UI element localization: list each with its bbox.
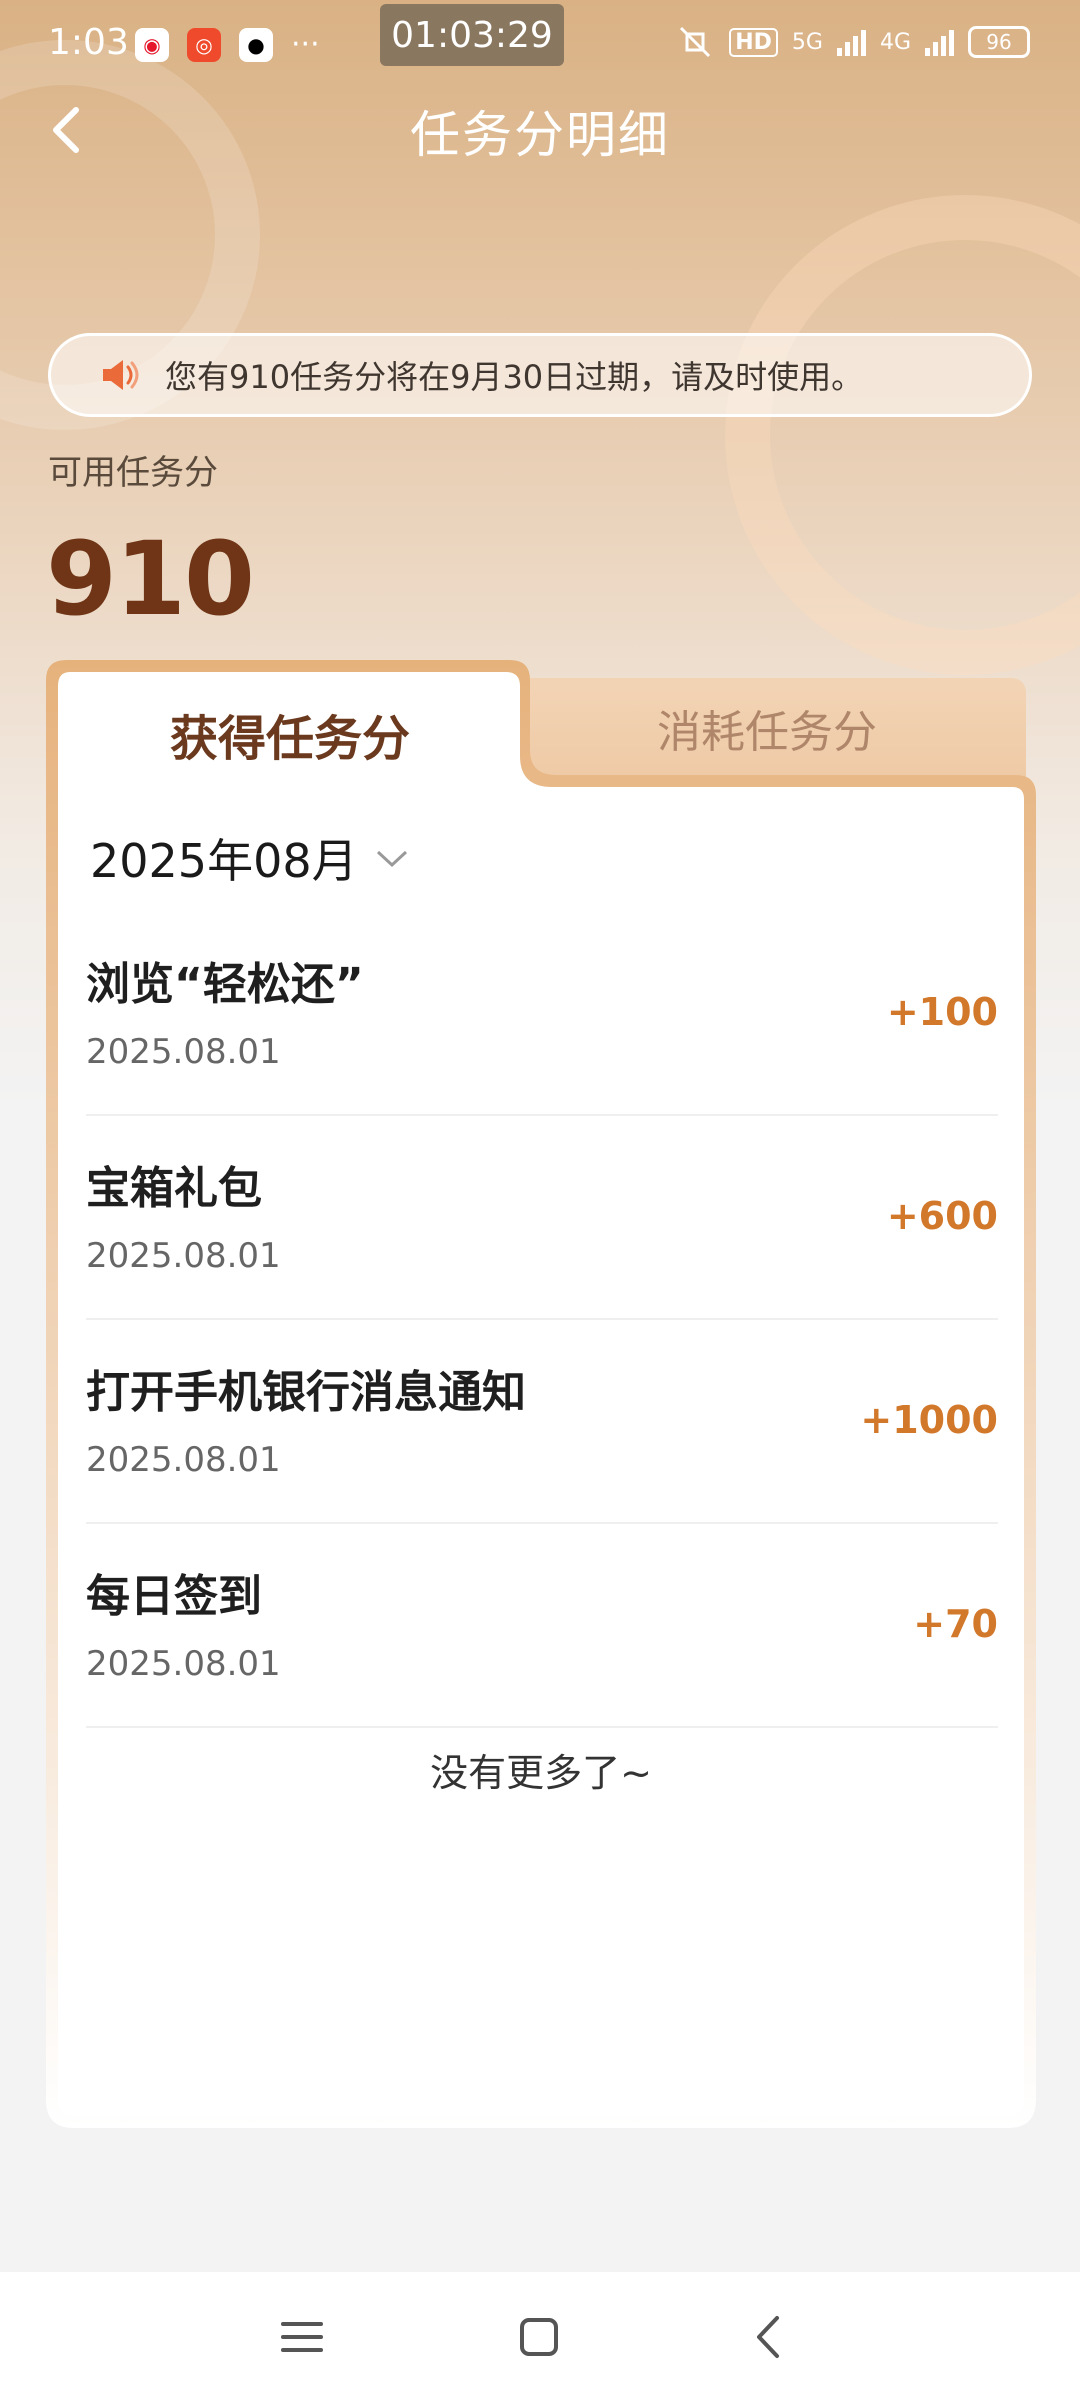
record-name: 打开手机银行消息通知 bbox=[86, 1367, 526, 1418]
battery-icon: 96 bbox=[968, 26, 1030, 58]
available-points-value: 910 bbox=[46, 520, 255, 639]
record-points: +1000 bbox=[860, 1398, 998, 1442]
signal-4g-label: 4G bbox=[879, 29, 911, 55]
signal-bars-icon bbox=[836, 28, 866, 56]
list-end-text: 没有更多了~ bbox=[430, 1751, 652, 1795]
recording-clock: 01:03:29 bbox=[380, 4, 564, 66]
expiry-notice: 您有910任务分将在9月30日过期，请及时使用。 bbox=[48, 333, 1032, 417]
record-date: 2025.08.01 bbox=[86, 1440, 281, 1480]
record-date: 2025.08.01 bbox=[86, 1032, 281, 1072]
record-date: 2025.08.01 bbox=[86, 1236, 281, 1276]
qq-icon: ● bbox=[239, 28, 273, 62]
points-card: 获得任务分 2025年08月 浏览“轻松还” 2025.08.01 +100 宝… bbox=[46, 660, 1036, 2128]
signal-bars-icon bbox=[925, 28, 954, 56]
list-item[interactable]: 打开手机银行消息通知 2025.08.01 +1000 bbox=[86, 1320, 998, 1524]
back-icon[interactable] bbox=[745, 2312, 795, 2362]
record-name: 宝箱礼包 bbox=[86, 1163, 262, 1214]
system-indicators: HD 5G 4G 96 bbox=[675, 24, 1030, 60]
chevron-down-icon bbox=[376, 850, 407, 868]
speaker-icon bbox=[103, 360, 139, 390]
month-value: 2025年08月 bbox=[90, 834, 358, 888]
status-bar: 1:03 ◉ ◎ ● ··· 01:03:29 HD 5G 4G 96 bbox=[0, 0, 1080, 90]
status-time: 1:03 bbox=[48, 22, 129, 63]
hd-icon: HD bbox=[729, 27, 778, 57]
record-points: +100 bbox=[886, 990, 998, 1034]
more-notifications-icon: ··· bbox=[291, 27, 320, 62]
list-item[interactable]: 浏览“轻松还” 2025.08.01 +100 bbox=[86, 912, 998, 1116]
record-name: 每日签到 bbox=[86, 1571, 262, 1622]
list-item[interactable]: 宝箱礼包 2025.08.01 +600 bbox=[86, 1116, 998, 1320]
list-item[interactable]: 每日签到 2025.08.01 +70 bbox=[86, 1524, 998, 1728]
available-points-label: 可用任务分 bbox=[48, 453, 218, 493]
signal-5g-label: 5G bbox=[791, 29, 823, 55]
app-icon: ◎ bbox=[187, 28, 221, 62]
record-points: +70 bbox=[913, 1602, 998, 1646]
battery-level: 96 bbox=[986, 30, 1012, 54]
notification-icons: ◉ ◎ ● ··· bbox=[135, 28, 320, 62]
mute-vibrate-icon bbox=[680, 26, 711, 58]
month-selector[interactable]: 2025年08月 bbox=[90, 825, 410, 891]
system-navigation-bar bbox=[0, 2272, 1080, 2400]
decor-ring bbox=[725, 195, 1080, 675]
record-name: 浏览“轻松还” bbox=[86, 959, 364, 1010]
menu-icon[interactable] bbox=[277, 2312, 327, 2362]
record-points: +600 bbox=[886, 1194, 998, 1238]
record-date: 2025.08.01 bbox=[86, 1644, 281, 1684]
page-title: 任务分明细 bbox=[410, 106, 670, 164]
notice-text: 您有910任务分将在9月30日过期，请及时使用。 bbox=[165, 358, 864, 396]
home-icon[interactable] bbox=[514, 2312, 564, 2362]
tab-earned-points[interactable]: 获得任务分 bbox=[60, 674, 520, 794]
weibo-icon: ◉ bbox=[135, 28, 169, 62]
